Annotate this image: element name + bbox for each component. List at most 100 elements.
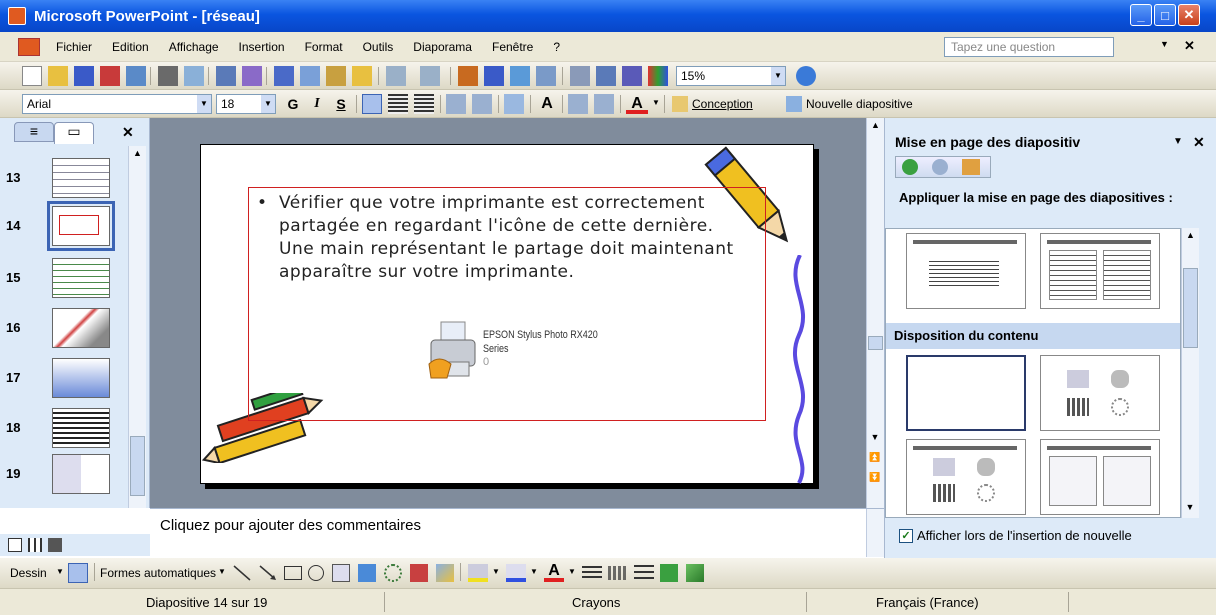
format-painter-icon[interactable] [352, 66, 372, 86]
ask-dropdown-icon[interactable]: ▼ [1160, 39, 1169, 49]
slide-text-box[interactable]: • Vérifier que votre imprimante est corr… [248, 187, 766, 421]
menu-diaporama[interactable]: Diaporama [403, 40, 482, 54]
oval-icon[interactable] [308, 565, 324, 581]
layout-two-columns[interactable] [1040, 233, 1160, 309]
research-icon[interactable] [242, 66, 262, 86]
thumbnail-18[interactable]: 18 [0, 408, 130, 454]
font-color-dropdown-icon[interactable]: ▼ [568, 567, 576, 576]
autoshapes-menu-button[interactable]: Formes automatiques [100, 566, 216, 580]
font-color-icon[interactable]: A [544, 562, 564, 582]
forward-icon[interactable] [932, 159, 948, 175]
new-slide-button[interactable]: Nouvelle diapositive [806, 97, 913, 111]
slide-canvas[interactable]: • Vérifier que votre imprimante est corr… [200, 144, 814, 484]
checkbox[interactable]: ✓ [899, 528, 913, 543]
fill-color-icon[interactable] [468, 564, 488, 582]
font-size-combo[interactable]: 18 ▼ [216, 94, 276, 114]
close-document-button[interactable]: ✕ [1184, 38, 1195, 54]
scroll-up-icon[interactable]: ▲ [1182, 230, 1199, 240]
bullets-icon[interactable] [472, 94, 492, 114]
color-grayscale-icon[interactable] [648, 66, 668, 86]
scroll-down-icon[interactable]: ▼ [867, 432, 883, 442]
rectangle-icon[interactable] [284, 566, 302, 580]
scroll-up-icon[interactable]: ▲ [129, 148, 146, 158]
autoshapes-dropdown-icon[interactable]: ▼ [218, 567, 226, 576]
home-icon[interactable] [962, 159, 980, 175]
design-button[interactable]: Conception [692, 97, 753, 111]
normal-view-icon[interactable] [8, 538, 22, 552]
show-on-insert-checkbox[interactable]: ✓ Afficher lors de l'insertion de nouvel… [899, 528, 1132, 543]
print-icon[interactable] [158, 66, 178, 86]
line-color-dropdown-icon[interactable]: ▼ [530, 567, 538, 576]
tab-outline[interactable]: ≡ [14, 122, 54, 142]
text-box-icon[interactable] [332, 564, 350, 582]
menu-format[interactable]: Format [295, 40, 353, 54]
italic-button[interactable]: I [306, 94, 328, 114]
next-slide-icon[interactable]: ⏬ [867, 472, 883, 483]
bold-button[interactable]: G [282, 94, 304, 114]
close-task-pane-button[interactable]: ✕ [1193, 134, 1205, 151]
layout-title-two-content[interactable] [1040, 439, 1160, 515]
notes-scrollbar[interactable] [866, 509, 884, 557]
menu-outils[interactable]: Outils [353, 40, 404, 54]
menu-affichage[interactable]: Affichage [159, 40, 229, 54]
insert-chart-icon[interactable] [458, 66, 478, 86]
task-pane-menu-icon[interactable]: ▼ [1173, 136, 1183, 147]
select-pointer-icon[interactable] [68, 563, 88, 583]
draw-menu-button[interactable]: Dessin [10, 566, 47, 580]
thumbnail-14[interactable]: 14 [0, 201, 130, 252]
grid-icon[interactable] [622, 66, 642, 86]
diagram-icon[interactable] [384, 564, 402, 582]
layout-title-text[interactable] [906, 233, 1026, 309]
previous-slide-icon[interactable]: ⏫ [867, 452, 883, 463]
help-icon[interactable] [796, 66, 816, 86]
save-icon[interactable] [74, 66, 94, 86]
scroll-thumb[interactable] [868, 336, 883, 350]
maximize-button[interactable]: □ [1154, 4, 1176, 26]
scroll-down-icon[interactable]: ▼ [1182, 502, 1198, 512]
line-style-icon[interactable] [582, 566, 602, 580]
thumbnail-17[interactable]: 17 [0, 358, 130, 404]
shadow-button[interactable]: S [330, 94, 352, 114]
slide-sorter-view-icon[interactable] [28, 538, 42, 552]
expand-all-icon[interactable] [570, 66, 590, 86]
menu-help[interactable]: ? [543, 40, 570, 54]
picture-icon[interactable] [436, 564, 454, 582]
font-combo[interactable]: Arial ▼ [22, 94, 212, 114]
slides-pane-scrollbar[interactable]: ▲ [128, 146, 146, 508]
open-icon[interactable] [48, 66, 68, 86]
text-direction-icon[interactable] [504, 94, 524, 114]
document-icon[interactable] [18, 37, 40, 56]
main-scrollbar[interactable]: ▲ ▼ ⏫ ⏬ [866, 118, 884, 508]
grow-font-button[interactable]: A [536, 94, 558, 114]
thumbnail-19[interactable]: 19 [0, 454, 130, 500]
fill-color-dropdown-icon[interactable]: ▼ [492, 567, 500, 576]
scroll-thumb[interactable] [130, 436, 145, 496]
line-icon[interactable] [232, 564, 252, 582]
slideshow-view-icon[interactable] [48, 538, 62, 552]
layout-title-content[interactable] [906, 439, 1026, 515]
minimize-button[interactable]: _ [1130, 4, 1152, 26]
close-button[interactable]: ✕ [1178, 4, 1200, 26]
task-pane-scrollbar[interactable]: ▲ ▼ [1181, 228, 1199, 518]
permission-icon[interactable] [100, 66, 120, 86]
align-right-icon[interactable] [414, 94, 434, 114]
paste-icon[interactable] [326, 66, 346, 86]
menu-insertion[interactable]: Insertion [229, 40, 295, 54]
decrease-indent-icon[interactable] [568, 94, 588, 114]
increase-indent-icon[interactable] [594, 94, 614, 114]
layout-content[interactable] [1040, 355, 1160, 431]
menu-edition[interactable]: Edition [102, 40, 159, 54]
redo-icon[interactable] [420, 66, 440, 86]
back-icon[interactable] [902, 159, 918, 175]
arrow-icon[interactable] [258, 564, 278, 582]
menu-fenetre[interactable]: Fenêtre [482, 40, 543, 54]
new-icon[interactable] [22, 66, 42, 86]
insert-table-icon[interactable] [484, 66, 504, 86]
tab-slides[interactable]: ▭ [54, 122, 94, 144]
copy-icon[interactable] [300, 66, 320, 86]
dash-style-icon[interactable] [608, 566, 628, 580]
close-pane-button[interactable]: ✕ [122, 124, 134, 141]
3d-style-icon[interactable] [686, 564, 704, 582]
ask-question-input[interactable]: Tapez une question [944, 37, 1114, 57]
thumbnail-13[interactable]: 13 [0, 158, 130, 204]
